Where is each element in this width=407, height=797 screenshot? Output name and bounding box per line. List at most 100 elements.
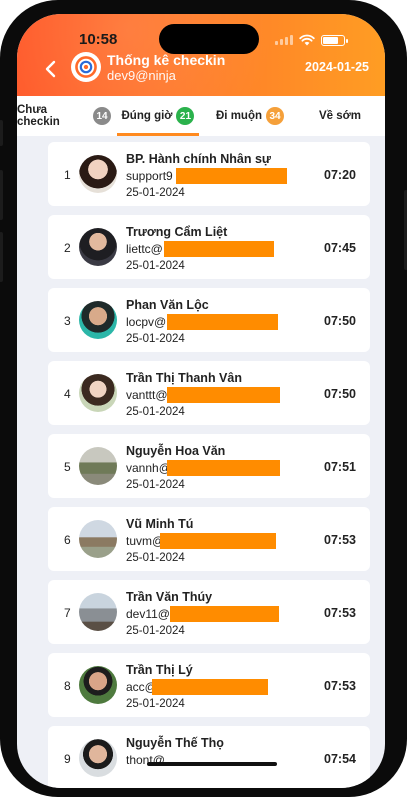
list-item[interactable]: 6 Vũ Minh Tú tuvm@ 25-01-2024 07:53 xyxy=(48,507,370,571)
checkin-date: 25-01-2024 xyxy=(126,406,185,418)
row-index: 1 xyxy=(64,168,71,182)
checkin-time: 07:45 xyxy=(324,241,356,255)
chevron-left-icon xyxy=(45,60,56,78)
checkin-time: 07:53 xyxy=(324,679,356,693)
row-index: 2 xyxy=(64,241,71,255)
checkin-list: 1 BP. Hành chính Nhân sự support9 25-01-… xyxy=(17,136,385,788)
tab-not-checked-in[interactable]: Chưa checkin 14 xyxy=(17,96,111,136)
user-email: dev9@ninja xyxy=(107,68,176,83)
cellular-signal-icon xyxy=(275,35,293,45)
avatar xyxy=(79,447,117,485)
redacted-email xyxy=(167,387,280,403)
list-item[interactable]: 4 Trần Thị Thanh Vân vanttt@ 25-01-2024 … xyxy=(48,361,370,425)
phone-frame: 10:58 Thống kê checkin dev9@ninja 2024-0… xyxy=(0,0,407,797)
home-indicator[interactable] xyxy=(147,762,277,766)
tab-left-early[interactable]: Về sớm xyxy=(295,96,385,136)
employee-name: Trương Cẩm Liệt xyxy=(126,225,228,239)
mute-switch xyxy=(0,120,3,146)
list-item[interactable]: 8 Trần Thị Lý acc@ 25-01-2024 07:53 xyxy=(48,653,370,717)
dynamic-island xyxy=(159,24,259,54)
checkin-time: 07:50 xyxy=(324,314,356,328)
checkin-date: 25-01-2024 xyxy=(126,333,185,345)
selected-date[interactable]: 2024-01-25 xyxy=(305,60,369,74)
checkin-time: 07:51 xyxy=(324,460,356,474)
row-index: 8 xyxy=(64,679,71,693)
list-item[interactable]: 5 Nguyễn Hoa Văn vannh@ 25-01-2024 07:51 xyxy=(48,434,370,498)
tab-on-time[interactable]: Đúng giờ 21 xyxy=(111,96,205,136)
avatar xyxy=(79,374,117,412)
avatar xyxy=(79,520,117,558)
volume-down-button xyxy=(0,232,3,282)
employee-email: dev11@ xyxy=(126,607,170,621)
tab-label: Chưa checkin xyxy=(17,104,60,128)
row-index: 7 xyxy=(64,606,71,620)
employee-name: BP. Hành chính Nhân sự xyxy=(126,152,271,166)
redacted-email xyxy=(164,241,274,257)
wifi-icon xyxy=(299,34,315,46)
row-index: 5 xyxy=(64,460,71,474)
employee-email: locpv@ xyxy=(126,315,167,329)
tab-late[interactable]: Đi muộn 34 xyxy=(205,96,295,136)
checkin-time: 07:50 xyxy=(324,387,356,401)
redacted-email xyxy=(160,533,276,549)
tab-label: Về sớm xyxy=(318,110,362,122)
employee-name: Nguyễn Thế Thọ xyxy=(126,736,224,750)
app-logo xyxy=(71,52,101,82)
redacted-email xyxy=(167,314,278,330)
tab-label: Đúng giờ xyxy=(121,110,173,122)
checkin-date: 25-01-2024 xyxy=(126,698,185,710)
logo-icon xyxy=(75,56,97,78)
list-item[interactable]: 7 Trần Văn Thúy dev11@ 25-01-2024 07:53 xyxy=(48,580,370,644)
employee-name: Trần Văn Thúy xyxy=(126,590,213,604)
employee-email: vannh@ xyxy=(126,461,171,475)
tab-label: Đi muộn xyxy=(216,110,262,122)
employee-email: liettc@ xyxy=(126,242,163,256)
tab-count-badge: 14 xyxy=(93,107,111,125)
row-index: 4 xyxy=(64,387,71,401)
checkin-date: 25-01-2024 xyxy=(126,552,185,564)
employee-email: tuvm@ xyxy=(126,534,165,548)
avatar xyxy=(79,593,117,631)
checkin-date: 25-01-2024 xyxy=(126,479,185,491)
page-title: Thống kê checkin xyxy=(107,52,226,68)
employee-name: Phan Văn Lộc xyxy=(126,298,209,312)
checkin-date: 25-01-2024 xyxy=(126,260,185,272)
list-item[interactable]: 2 Trương Cẩm Liệt liettc@ 25-01-2024 07:… xyxy=(48,215,370,279)
tab-count-badge: 21 xyxy=(176,107,195,125)
checkin-date: 25-01-2024 xyxy=(126,625,185,637)
employee-name: Nguyễn Hoa Văn xyxy=(126,444,226,458)
employee-name: Trần Thị Lý xyxy=(126,663,193,677)
avatar xyxy=(79,739,117,777)
list-item[interactable]: 3 Phan Văn Lộc locpv@ 25-01-2024 07:50 xyxy=(48,288,370,352)
status-tabs: Chưa checkin 14 Đúng giờ 21 Đi muộn 34 V… xyxy=(17,96,385,136)
checkin-date: 25-01-2024 xyxy=(126,187,185,199)
employee-email: vanttt@ xyxy=(126,388,168,402)
row-index: 9 xyxy=(64,752,71,766)
volume-up-button xyxy=(0,170,3,220)
redacted-email xyxy=(152,679,268,695)
status-time: 10:58 xyxy=(79,31,118,48)
back-button[interactable] xyxy=(43,59,59,79)
row-index: 3 xyxy=(64,314,71,328)
checkin-time: 07:53 xyxy=(324,533,356,547)
avatar xyxy=(79,301,117,339)
row-index: 6 xyxy=(64,533,71,547)
checkin-time: 07:53 xyxy=(324,606,356,620)
list-item[interactable]: 1 BP. Hành chính Nhân sự support9 25-01-… xyxy=(48,142,370,206)
redacted-email xyxy=(176,168,287,184)
employee-name: Vũ Minh Tú xyxy=(126,517,194,531)
employee-email: support9 xyxy=(126,169,173,183)
checkin-time: 07:20 xyxy=(324,168,356,182)
status-icons xyxy=(275,34,348,46)
app-screen: 10:58 Thống kê checkin dev9@ninja 2024-0… xyxy=(17,14,385,788)
avatar xyxy=(79,666,117,704)
redacted-email xyxy=(170,606,279,622)
tab-count-badge: 34 xyxy=(266,107,284,125)
avatar xyxy=(79,228,117,266)
avatar xyxy=(79,155,117,193)
employee-name: Trần Thị Thanh Vân xyxy=(126,371,242,385)
redacted-email xyxy=(167,460,280,476)
checkin-time: 07:54 xyxy=(324,752,356,766)
battery-icon xyxy=(321,34,348,46)
list-item[interactable]: 9 Nguyễn Thế Thọ thont@ 07:54 xyxy=(48,726,370,788)
